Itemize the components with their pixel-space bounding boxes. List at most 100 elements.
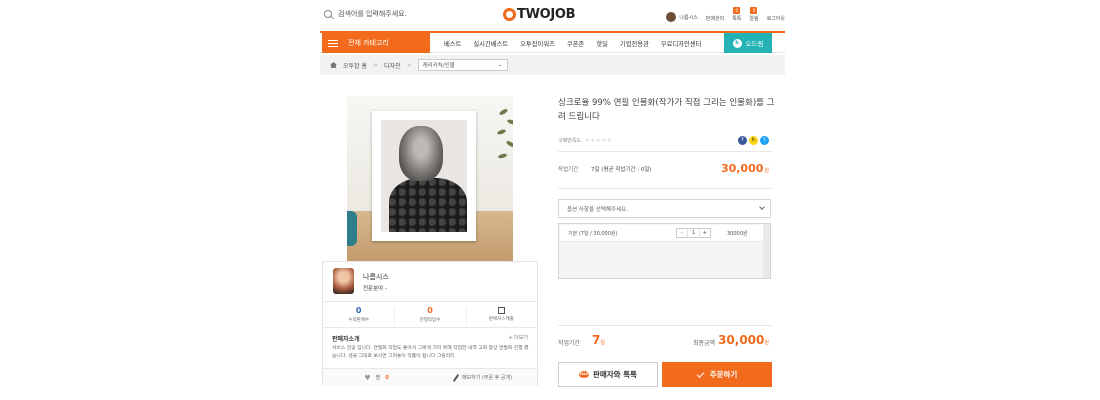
plant-decoration xyxy=(496,106,513,166)
breadcrumb-separator: > xyxy=(373,61,379,69)
search-input[interactable]: 검색어를 입력해주세요. xyxy=(338,9,407,19)
twitter-icon[interactable]: t xyxy=(760,136,769,145)
link-sales-manage[interactable]: 판매관리 xyxy=(706,15,724,22)
logo-o-icon xyxy=(503,8,516,21)
search-bar[interactable]: 검색어를 입력해주세요. xyxy=(324,9,407,19)
nav-item-best[interactable]: 베스트 xyxy=(444,39,461,48)
search-icon[interactable] xyxy=(324,10,332,18)
seller-actions: ♥ 찜 0 메모하기 (주문 후 공개) xyxy=(323,368,537,386)
seller-specialty: 전문분야 - xyxy=(363,286,387,292)
quantity-stepper: - 1 + xyxy=(676,228,711,238)
talk-badge: 0 xyxy=(733,7,741,14)
seller-stats: 0 누적판매수 0 진행작업수 판매자스케줄 xyxy=(323,301,537,328)
header-links: 나름시스 판매관리 0 톡톡 0 알림 로그아웃 xyxy=(666,7,785,22)
menu-icon xyxy=(328,39,338,47)
stat-label: 진행작업수 xyxy=(419,318,441,323)
check-icon xyxy=(696,369,705,378)
product-image[interactable] xyxy=(347,96,513,261)
seller-name[interactable]: 나름시스 xyxy=(363,272,389,282)
breadcrumb-category-select[interactable]: 캐리커처/인물 ⌄ xyxy=(417,59,508,71)
portrait-frame xyxy=(372,111,476,241)
memo-button[interactable]: 메모하기 (주문 후 공개) xyxy=(430,369,537,386)
breadcrumb-home[interactable]: 오투잡 홈 xyxy=(343,61,367,70)
price-amount: 30,000 xyxy=(720,162,764,175)
chevron-down-icon xyxy=(759,204,765,210)
odream-icon: b xyxy=(732,38,742,48)
nav-items: 베스트 실시간베스트 오투잡이워즈 쿠폰존 핫딜 기업전용관 무료디자인센터 xyxy=(444,39,701,48)
image-boot xyxy=(347,211,357,246)
odream-button[interactable]: b 오드림 xyxy=(724,33,772,53)
link-talk[interactable]: 0 톡톡 xyxy=(732,7,741,22)
nav-item-enterprise[interactable]: 기업전용관 xyxy=(620,39,649,48)
link-label: 로그아웃 xyxy=(766,16,785,22)
heart-icon: ♥ xyxy=(364,373,371,382)
user-menu[interactable]: 나름시스 xyxy=(666,12,698,22)
work-period-row: 작업기간 7일 (평균 작업기간 : 0일) 30,000원 xyxy=(558,162,772,180)
product-price: 30,000원 xyxy=(721,162,769,175)
breadcrumb-level2: 캐리커처/인물 xyxy=(422,63,455,69)
nav-item-coupon-zone[interactable]: 쿠폰존 xyxy=(567,39,584,48)
link-label: 톡톡 xyxy=(732,16,742,22)
memo-label: 메모하기 (주문 후 공개) xyxy=(461,375,513,381)
option-placeholder: 옵션 사항을 선택해주세요. xyxy=(567,207,628,213)
seller-avatar[interactable] xyxy=(333,268,354,294)
stat-label: 누적판매수 xyxy=(348,318,370,323)
increment-button[interactable]: + xyxy=(700,229,710,237)
talk-to-seller-button[interactable]: TALK 판매자와 톡톡 xyxy=(558,362,658,387)
total-period-label: 작업기간 xyxy=(558,340,581,347)
intro-more-link[interactable]: + 더보기 xyxy=(508,334,528,341)
selected-options: 기본 (7일 / 30,000원) - 1 + 30000원 x xyxy=(558,223,771,279)
rating-row: 구매만족도 ★★★★★ xyxy=(558,137,613,145)
nav-item-free-design-center[interactable]: 무료디자인센터 xyxy=(661,39,702,48)
main-nav: 전체 카테고리 베스트 실시간베스트 오투잡이워즈 쿠폰존 핫딜 기업전용관 무… xyxy=(320,31,785,53)
order-button[interactable]: 주문하기 xyxy=(662,362,772,387)
stat-schedule[interactable]: 판매자스케줄 xyxy=(465,302,537,327)
total-period-value: 7일 xyxy=(592,333,605,347)
work-period-label: 작업기간 xyxy=(558,167,579,173)
total-price-unit: 원 xyxy=(764,340,769,346)
user-avatar[interactable] xyxy=(666,12,677,22)
user-name[interactable]: 나름시스 xyxy=(679,14,697,21)
talk-button-label: 판매자와 톡톡 xyxy=(592,370,637,379)
site-logo[interactable]: TWOJOB xyxy=(503,7,576,22)
stat-label: 판매자스케줄 xyxy=(488,317,514,322)
nav-item-realtime-best[interactable]: 실시간베스트 xyxy=(473,39,508,48)
notification-badge: 0 xyxy=(750,7,758,14)
option-row: 기본 (7일 / 30,000원) - 1 + 30000원 x xyxy=(560,225,770,242)
quantity-input[interactable]: 1 xyxy=(687,229,700,237)
stat-value: 0 xyxy=(427,306,433,315)
pen-icon xyxy=(452,373,460,382)
decrement-button[interactable]: - xyxy=(677,229,687,237)
top-header: 검색어를 입력해주세요. TWOJOB 나름시스 판매관리 0 톡톡 0 알림 xyxy=(320,0,785,30)
link-notifications[interactable]: 0 알림 xyxy=(749,7,759,22)
like-button[interactable]: ♥ 찜 0 xyxy=(323,369,430,386)
kakaotalk-icon[interactable]: k xyxy=(749,136,758,145)
option-name: 기본 (7일 / 30,000원) xyxy=(568,231,618,237)
breadcrumb: 오투잡 홈 > 디자인 > 캐리커처/인물 ⌄ xyxy=(320,55,785,75)
link-logout[interactable]: 로그아웃 xyxy=(767,15,785,22)
nav-item-otwojob-awards[interactable]: 오투잡이워즈 xyxy=(520,39,555,48)
total-price: 30,000원 xyxy=(718,333,769,347)
leaf xyxy=(498,108,509,116)
share-buttons: f k t xyxy=(738,136,769,145)
order-button-label: 주문하기 xyxy=(709,370,738,379)
all-categories-button[interactable]: 전체 카테고리 xyxy=(322,33,430,53)
product-page: 검색어를 입력해주세요. TWOJOB 나름시스 판매관리 0 톡톡 0 알림 xyxy=(0,0,1100,400)
option-select[interactable]: 옵션 사항을 선택해주세요. xyxy=(558,199,771,218)
stat-in-progress: 0 진행작업수 xyxy=(394,302,465,327)
talk-icon: TALK xyxy=(578,371,589,378)
breadcrumb-level1[interactable]: 디자인 xyxy=(384,61,401,70)
facebook-icon[interactable]: f xyxy=(738,136,747,145)
seller-panel: 나름시스 전문분야 - 0 누적판매수 0 진행작업수 판매자스케줄 판매자소개… xyxy=(322,261,538,386)
divider xyxy=(558,325,772,326)
nav-item-hot-deal[interactable]: 핫딜 xyxy=(596,39,608,48)
work-period-value: 7일 (평균 작업기간 : 0일) xyxy=(591,167,652,173)
divider xyxy=(558,151,772,152)
home-icon[interactable] xyxy=(330,62,337,68)
star-rating: ★★★★★ xyxy=(585,137,613,144)
options-scrollbar[interactable] xyxy=(763,224,770,278)
portrait-body xyxy=(389,178,467,232)
portrait-mat xyxy=(381,120,467,232)
leaf xyxy=(506,118,513,126)
portrait-head xyxy=(399,126,443,181)
